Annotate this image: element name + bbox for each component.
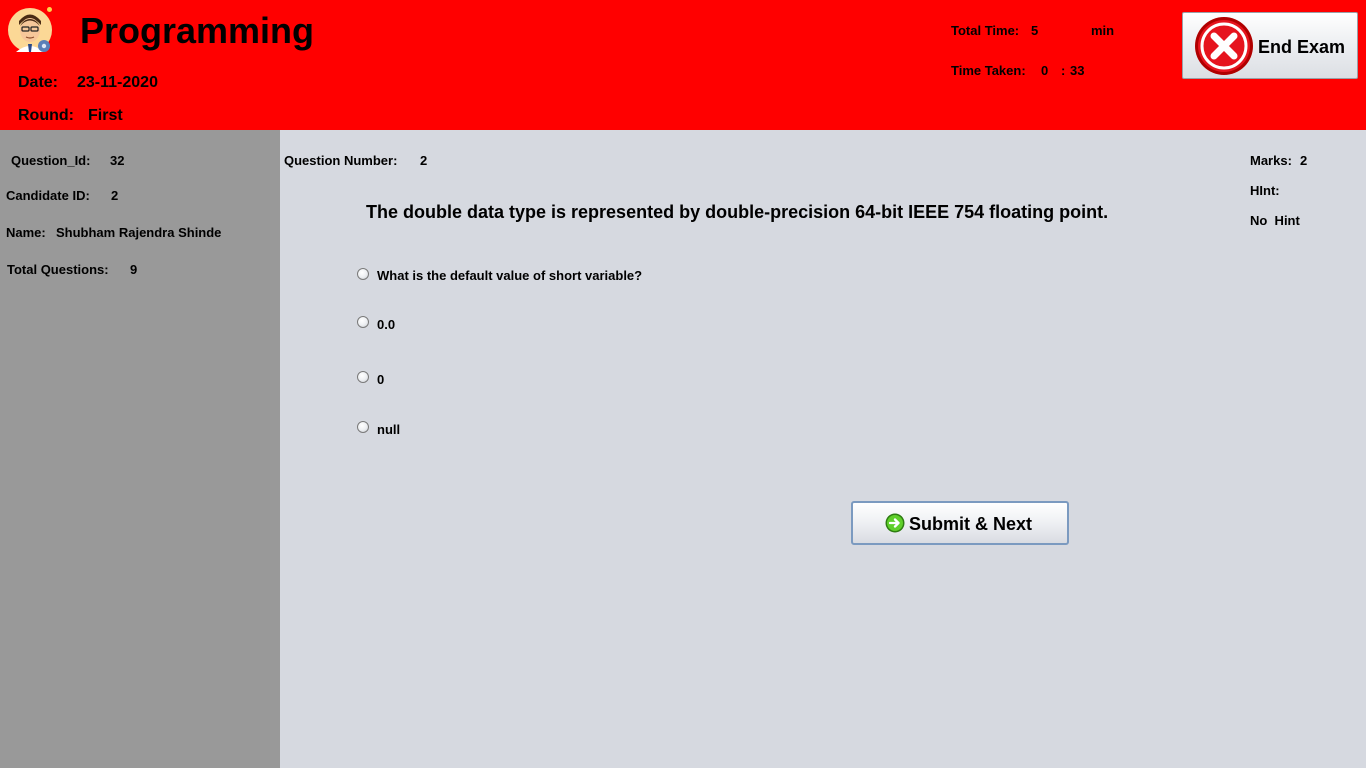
option-1-label: What is the default value of short varia…: [377, 268, 643, 283]
option-2-label: 0.0: [377, 317, 396, 332]
total-time-value: 5: [1031, 23, 1039, 38]
option-3-radio[interactable]: [357, 371, 369, 383]
question-id-value: 32: [110, 153, 125, 168]
time-taken-seconds: 33: [1070, 63, 1085, 78]
option-4[interactable]: null: [357, 420, 477, 438]
option-2-radio[interactable]: [357, 316, 369, 328]
total-questions-label: Total Questions:: [7, 262, 109, 277]
time-taken-minutes: 0: [1041, 63, 1049, 78]
app-logo-avatar: [6, 6, 54, 54]
option-1-radio[interactable]: [357, 268, 369, 280]
total-questions-value: 9: [130, 262, 138, 277]
name-label: Name:: [6, 225, 46, 240]
question-text: The double data type is represented by d…: [366, 202, 1109, 222]
notification-dot: [47, 7, 52, 12]
question-number-value: 2: [420, 153, 428, 168]
time-taken-separator: :: [1061, 63, 1066, 78]
date-label: Date:: [18, 74, 59, 91]
option-1[interactable]: What is the default value of short varia…: [357, 267, 697, 285]
submit-next-button[interactable]: Submit & Next: [851, 501, 1069, 545]
candidate-info-sidebar: Question_Id: 32 Candidate ID: 2 Name: Sh…: [0, 130, 280, 768]
option-3-label: 0: [377, 372, 385, 387]
candidate-id-label: Candidate ID:: [6, 188, 90, 203]
close-icon: [1194, 16, 1254, 76]
end-exam-button[interactable]: End Exam: [1182, 12, 1358, 79]
option-4-label: null: [377, 422, 401, 437]
total-time-label: Total Time:: [951, 23, 1020, 38]
round-value: First: [88, 107, 123, 124]
submit-next-label: Submit & Next: [909, 514, 1033, 534]
name-value: Shubham Rajendra Shinde: [56, 225, 222, 240]
question-number-label: Question Number:: [284, 153, 398, 168]
total-time-unit: min: [1091, 23, 1115, 38]
arrow-right-icon: [885, 513, 905, 533]
end-exam-label: End Exam: [1258, 37, 1346, 57]
round-label: Round:: [18, 107, 74, 124]
question-id-label: Question_Id:: [11, 153, 91, 168]
candidate-id-value: 2: [111, 188, 119, 203]
page-title: Programming: [80, 10, 315, 51]
option-2[interactable]: 0.0: [357, 315, 477, 333]
option-3[interactable]: 0: [357, 370, 477, 388]
hint-label: HInt:: [1250, 183, 1280, 198]
option-4-radio[interactable]: [357, 421, 369, 433]
date-value: 23-11-2020: [77, 74, 158, 91]
question-panel: [280, 130, 1366, 768]
header-bar: Programming Date: 23-11-2020 Round: Firs…: [0, 0, 1366, 130]
marks-label: Marks:: [1250, 153, 1292, 168]
time-taken-label: Time Taken:: [951, 63, 1026, 78]
hint-value: No Hint: [1250, 213, 1300, 228]
marks-value: 2: [1300, 153, 1308, 168]
